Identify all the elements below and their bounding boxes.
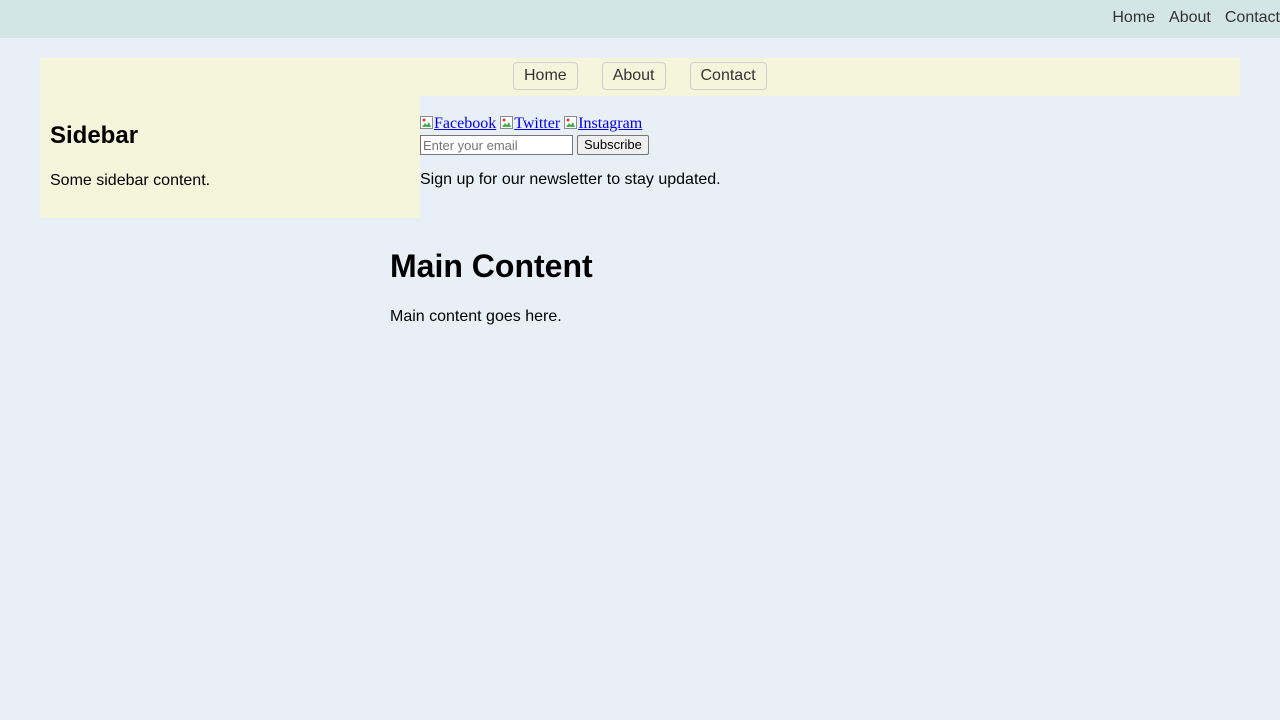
top-nav-home-link[interactable]: Home bbox=[1112, 9, 1155, 27]
email-input[interactable] bbox=[420, 135, 573, 155]
social-links: Facebook Twitter Instagram bbox=[420, 115, 642, 133]
nav-contact-button[interactable]: Contact bbox=[689, 62, 767, 90]
top-nav-contact-link[interactable]: Contact bbox=[1225, 9, 1280, 27]
broken-image-icon bbox=[564, 116, 578, 129]
twitter-link-label: Twitter bbox=[514, 115, 561, 132]
subscribe-button[interactable]: Subscribe bbox=[577, 135, 649, 155]
main-text: Main content goes here. bbox=[390, 308, 562, 325]
sidebar-text: Some sidebar content. bbox=[50, 172, 211, 189]
main-title: Main Content bbox=[390, 248, 593, 284]
top-header-bar: Home About Contact bbox=[0, 0, 1280, 38]
twitter-link[interactable]: Twitter bbox=[500, 115, 560, 132]
newsletter-description: Sign up for our newsletter to stay updat… bbox=[420, 171, 721, 188]
secondary-nav-bar: Home About Contact bbox=[40, 58, 1240, 96]
nav-about-button[interactable]: About bbox=[601, 62, 666, 90]
instagram-link-label: Instagram bbox=[578, 115, 643, 132]
top-nav: Home About Contact bbox=[1112, 0, 1280, 36]
instagram-link[interactable]: Instagram bbox=[564, 115, 642, 132]
nav-home-button[interactable]: Home bbox=[513, 62, 578, 90]
newsletter-form: Subscribe bbox=[420, 135, 649, 155]
sidebar: Sidebar Some sidebar content. bbox=[40, 96, 420, 218]
sidebar-title: Sidebar bbox=[50, 122, 139, 149]
broken-image-icon bbox=[420, 116, 433, 129]
top-nav-about-link[interactable]: About bbox=[1169, 9, 1211, 27]
facebook-link-label: Facebook bbox=[434, 115, 497, 132]
broken-image-icon bbox=[500, 116, 514, 129]
secondary-nav: Home About Contact bbox=[513, 62, 791, 90]
facebook-link[interactable]: Facebook bbox=[420, 115, 496, 132]
